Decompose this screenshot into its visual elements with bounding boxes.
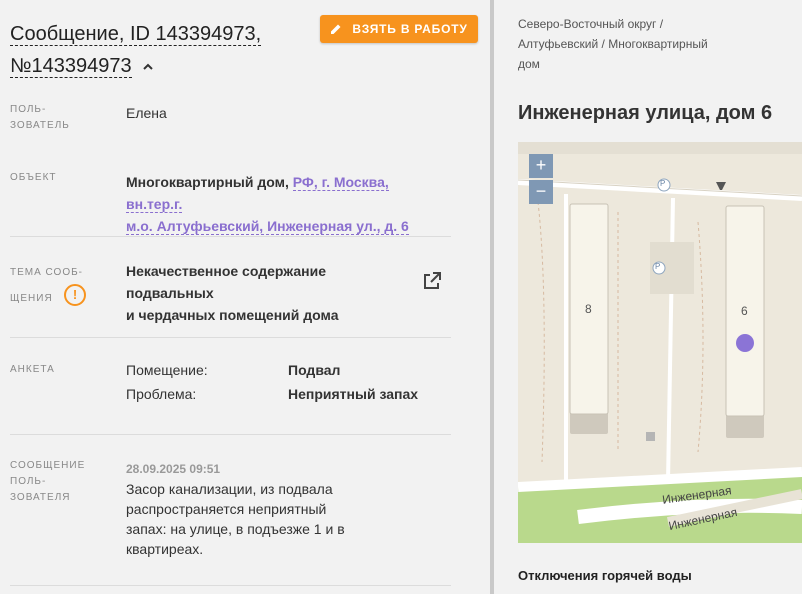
survey-label: АНКЕТА [10,364,55,375]
hot-water-outage-heading: Отключения горячей воды [518,568,692,583]
topic-value: Некачественное содержание подвальных и че… [126,263,339,323]
divider [10,236,451,237]
object-label: ОБЪЕКТ [10,172,57,183]
title-line-2: №143394973 [10,55,132,78]
building-label-8: 8 [585,302,592,316]
parking-marker-2[interactable]: P [655,262,660,271]
object-address-link-2[interactable]: м.о. Алтуфьевский, Инженерная ул., д. 6 [126,218,409,235]
title-line-1: Сообщение, ID 143394973, [10,23,262,46]
warning-icon: ! [64,284,86,306]
user-label: ПОЛЬ- ЗОВАТЕЛЬ [10,104,70,131]
user-value: Елена [126,105,167,121]
map-canvas[interactable] [518,142,802,543]
divider [10,337,451,338]
object-address-title: Инженерная улица, дом 6 [518,102,773,124]
map-widget[interactable]: P P 8 6 Инженерная Инженерная + − [518,142,802,543]
take-to-work-label: ВЗЯТЬ В РАБОТУ [352,22,468,36]
page-title: Сообщение, ID 143394973, №143394973 [10,18,300,82]
object-type: Многоквартирный дом, [126,174,289,190]
parking-marker-1[interactable]: P [660,179,665,188]
survey-value-2: Неприятный запах [288,386,419,402]
building-label-6: 6 [741,304,748,318]
survey-key-1: Помещение: [126,362,208,378]
map-zoom-controls: + − [529,154,553,204]
zoom-out-button[interactable]: − [529,180,553,204]
message-timestamp: 28.09.2025 09:51 [126,462,221,476]
survey-value-1: Подвал [288,362,341,378]
divider [10,434,451,435]
message-text: Засор канализации, из подвала распростра… [126,481,345,557]
message-label: СООБЩЕНИЕ ПОЛЬ- ЗОВАТЕЛЯ [10,460,86,503]
open-external-icon[interactable] [422,271,442,291]
breadcrumb: Северо-Восточный округ / Алтуфьевский / … [518,17,708,71]
zoom-in-button[interactable]: + [529,154,553,178]
chevron-up-icon[interactable] [141,60,155,74]
take-to-work-button[interactable]: ВЗЯТЬ В РАБОТУ [320,15,478,43]
divider [10,585,451,586]
object-info-panel: Северо-Восточный округ / Алтуфьевский / … [494,0,802,594]
request-details-panel: Сообщение, ID 143394973, №143394973 ВЗЯТ… [0,0,490,594]
pencil-icon [331,24,341,34]
object-value: Многоквартирный дом, РФ, г. Москва, вн.т… [126,171,446,237]
survey-key-2: Проблема: [126,386,197,402]
